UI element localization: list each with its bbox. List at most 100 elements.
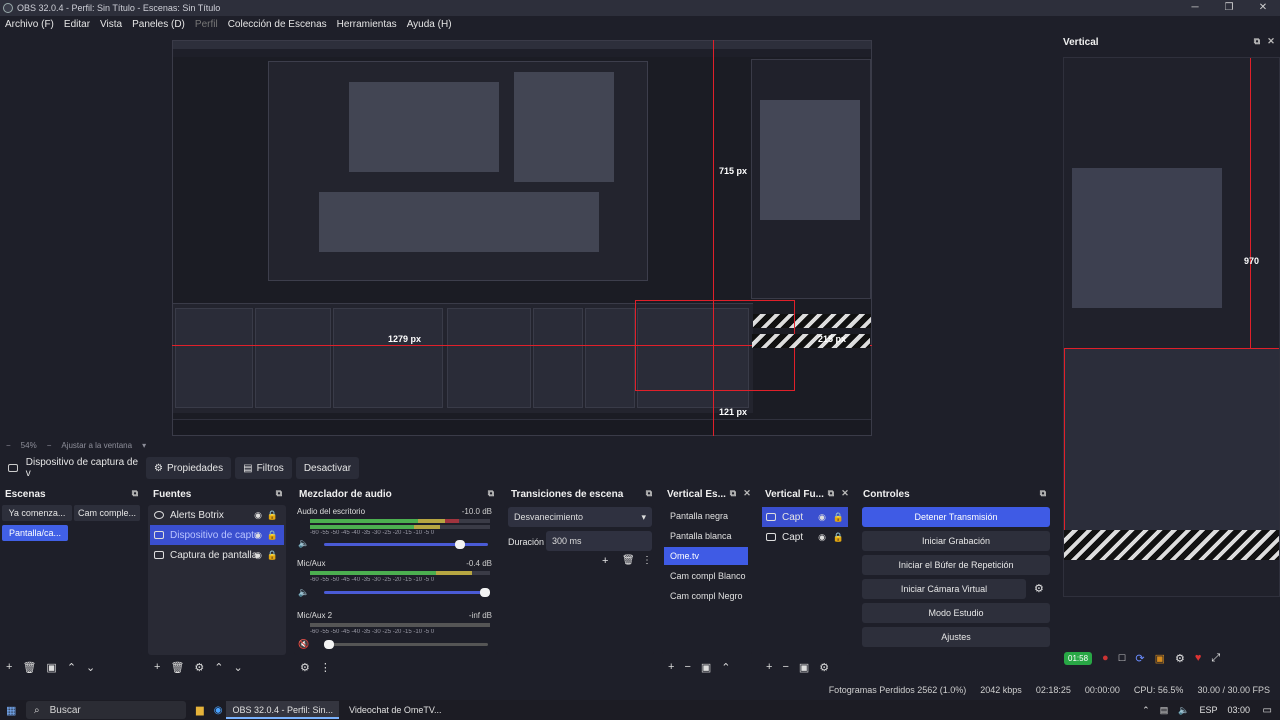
minimize-button[interactable]: ─ xyxy=(1178,0,1212,16)
virtual-camera-icon[interactable]: ▣ xyxy=(1155,652,1165,665)
undock-icon[interactable]: ⧉ xyxy=(130,488,140,498)
speaker-icon[interactable]: 🔈 xyxy=(298,538,309,549)
scene-item-active[interactable]: Pantalla/ca... xyxy=(2,525,68,541)
vertical-scene-item[interactable]: Cam compl Negro xyxy=(664,587,748,605)
source-item-selected[interactable]: Dispositivo de captu ◉ 🔒 xyxy=(150,525,284,545)
more-icon[interactable]: ⋮ xyxy=(320,661,331,674)
stop-icon[interactable]: □ xyxy=(1119,652,1126,664)
undock-icon[interactable]: ⧉ xyxy=(728,488,738,498)
vertical-scene-item[interactable]: Cam compl Blanco xyxy=(664,567,748,585)
eye-icon[interactable]: ◉ xyxy=(254,510,262,521)
fit-dropdown-icon[interactable]: ▾ xyxy=(142,441,146,450)
taskbar-ometv[interactable]: Videochat de OmeTV... xyxy=(343,701,448,719)
undock-icon[interactable]: ⧉ xyxy=(826,488,836,498)
menu-help[interactable]: Ayuda (H) xyxy=(402,19,457,30)
start-recording-button[interactable]: Iniciar Grabación xyxy=(862,531,1050,551)
taskbar-search[interactable]: ⌕ Buscar xyxy=(26,701,186,719)
add-icon[interactable]: + xyxy=(154,661,160,673)
trash-icon[interactable]: 🗑 xyxy=(170,661,184,674)
volume-icon[interactable]: 🔈 xyxy=(1178,705,1189,716)
eye-icon[interactable]: ◉ xyxy=(254,550,262,561)
file-explorer-icon[interactable]: ▆ xyxy=(196,705,204,716)
properties-button[interactable]: ⚙ Propiedades xyxy=(146,457,232,479)
vertical-scene-item[interactable]: Pantalla blanca xyxy=(664,527,748,545)
filter-icon[interactable]: ▣ xyxy=(701,661,711,674)
eye-icon[interactable]: ◉ xyxy=(818,532,826,543)
zoom-level[interactable]: 54% xyxy=(21,441,37,450)
lock-icon[interactable]: 🔒 xyxy=(833,532,844,543)
arrow-up-icon[interactable]: ⌃ xyxy=(67,661,76,674)
volume-knob[interactable] xyxy=(455,540,466,549)
source-item[interactable]: Captura de pantalla ◉ 🔒 xyxy=(150,545,284,565)
filters-button[interactable]: ▤ Filtros xyxy=(235,457,292,479)
deactivate-button[interactable]: Desactivar xyxy=(295,457,360,479)
menu-profile[interactable]: Perfil xyxy=(190,19,223,30)
undock-icon[interactable]: ⧉ xyxy=(644,488,654,498)
zoom-plus-icon[interactable]: − xyxy=(47,441,52,450)
volume-slider[interactable] xyxy=(324,588,490,597)
zoom-minus-icon[interactable]: − xyxy=(6,441,11,450)
arrow-up-icon[interactable]: ⌃ xyxy=(214,661,223,674)
undock-icon[interactable]: ⧉ xyxy=(1252,36,1262,46)
close-icon[interactable]: ✕ xyxy=(840,488,850,498)
chevron-up-icon[interactable]: ⌃ xyxy=(1142,705,1150,716)
gear-icon[interactable]: ⚙ xyxy=(1175,652,1185,665)
muted-speaker-icon[interactable]: 🔇 xyxy=(298,639,309,650)
source-item[interactable]: Alerts Botrix ◉ 🔒 xyxy=(150,505,284,525)
language[interactable]: ESP xyxy=(1199,705,1217,715)
undock-icon[interactable]: ⧉ xyxy=(486,488,496,498)
record-icon[interactable]: ● xyxy=(1102,652,1109,664)
studio-mode-button[interactable]: Modo Estudio xyxy=(862,603,1050,623)
gear-icon[interactable]: ⚙ xyxy=(1034,582,1044,595)
close-icon[interactable]: ✕ xyxy=(742,488,752,498)
filter-icon[interactable]: ▣ xyxy=(46,661,56,674)
menu-file[interactable]: Archivo (F) xyxy=(0,19,59,30)
vertical-scene-item-active[interactable]: Ome.tv xyxy=(664,547,748,565)
scene-item[interactable]: Cam comple... xyxy=(74,505,140,521)
more-icon[interactable]: ⋮ xyxy=(642,555,652,566)
clock[interactable]: 03:00 xyxy=(1227,705,1250,715)
menu-docks[interactable]: Paneles (D) xyxy=(127,19,190,30)
vertical-scene-item[interactable]: Pantalla negra xyxy=(664,507,748,525)
undock-icon[interactable]: ⧉ xyxy=(274,488,284,498)
vertical-preview-canvas[interactable]: 970 xyxy=(1063,57,1280,597)
duration-spinbox[interactable]: 300 ms xyxy=(546,531,652,551)
menu-scene-collection[interactable]: Colección de Escenas xyxy=(223,19,332,30)
volume-knob[interactable] xyxy=(324,640,334,649)
add-icon[interactable]: + xyxy=(6,661,12,673)
gear-icon[interactable]: ⚙ xyxy=(819,661,829,674)
remove-icon[interactable]: − xyxy=(684,661,690,673)
live-time-badge[interactable]: 01:58 xyxy=(1064,651,1093,665)
vertical-source-item-selected[interactable]: Capt ◉ 🔒 xyxy=(762,507,848,527)
add-icon[interactable]: + xyxy=(668,661,674,673)
remove-icon[interactable]: − xyxy=(782,661,788,673)
replay-icon[interactable]: ⟳ xyxy=(1135,652,1144,665)
scene-item[interactable]: Ya comenza... xyxy=(2,505,72,521)
trash-icon[interactable]: 🗑 xyxy=(22,661,36,674)
menu-view[interactable]: Vista xyxy=(95,19,127,30)
restore-button[interactable]: ❐ xyxy=(1212,0,1246,16)
settings-button[interactable]: Ajustes xyxy=(862,627,1050,647)
vertical-source-item[interactable]: Capt ◉ 🔒 xyxy=(762,527,848,547)
lock-icon[interactable]: 🔒 xyxy=(267,510,278,521)
eye-icon[interactable]: ◉ xyxy=(818,512,826,523)
arrow-down-icon[interactable]: ⌄ xyxy=(234,661,243,674)
taskbar-obs[interactable]: OBS 32.0.4 - Perfil: Sin... xyxy=(226,701,339,719)
network-icon[interactable]: ▤ xyxy=(1160,705,1169,716)
trash-icon[interactable]: 🗑 xyxy=(622,555,635,566)
stop-stream-button[interactable]: Detener Transmisión xyxy=(862,507,1050,527)
gear-icon[interactable]: ⚙ xyxy=(300,661,310,674)
lock-icon[interactable]: 🔒 xyxy=(833,512,844,523)
menu-edit[interactable]: Editar xyxy=(59,19,95,30)
heart-icon[interactable]: ♥ xyxy=(1195,652,1202,664)
start-icon[interactable]: ▦ xyxy=(6,704,16,717)
gear-icon[interactable]: ⚙ xyxy=(194,661,204,674)
transition-select[interactable]: Desvanecimiento ▾ xyxy=(508,507,652,527)
speaker-icon[interactable]: 🔈 xyxy=(298,587,309,598)
virtual-camera-button[interactable]: Iniciar Cámara Virtual xyxy=(862,579,1026,599)
fit-window-label[interactable]: Ajustar a la ventana xyxy=(61,441,132,450)
volume-slider[interactable] xyxy=(324,640,488,649)
filter-icon[interactable]: ▣ xyxy=(799,661,809,674)
volume-slider[interactable] xyxy=(324,540,488,549)
lock-icon[interactable]: 🔒 xyxy=(267,550,278,561)
